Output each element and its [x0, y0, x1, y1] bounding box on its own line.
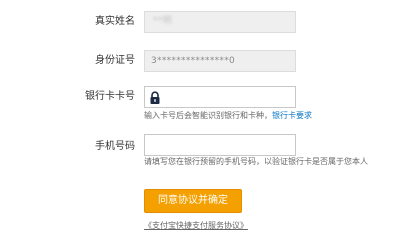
id-number-field: 3***************0 [144, 50, 296, 72]
name-value: **明 [153, 16, 172, 26]
bank-card-verification-form: 真实姓名 **明 身份证号 3***************0 银行卡卡号 输入… [0, 0, 400, 241]
phone-input[interactable] [144, 134, 296, 156]
id-number-label: 身份证号 [95, 55, 135, 66]
bank-card-hint-text: 输入卡号后会智能识别银行和卡种， [144, 111, 272, 120]
agree-and-confirm-button[interactable]: 同意协议并确定 [144, 189, 242, 213]
id-number-value: 3***************0 [151, 56, 236, 66]
bank-card-input[interactable] [144, 86, 296, 108]
bank-card-requirements-link[interactable]: 银行卡要求 [272, 111, 312, 120]
bank-card-label: 银行卡卡号 [85, 91, 135, 102]
lock-icon [148, 90, 162, 104]
quick-pay-agreement-link[interactable]: 《支付宝快捷支付服务协议》 [144, 221, 248, 231]
bank-card-hint: 输入卡号后会智能识别银行和卡种，银行卡要求 [144, 111, 312, 121]
name-field: **明 [144, 11, 296, 33]
phone-label: 手机号码 [95, 141, 135, 152]
phone-hint: 请填写您在银行预留的手机号码，以验证银行卡是否属于您本人 [144, 157, 368, 166]
name-label: 真实姓名 [95, 16, 135, 27]
